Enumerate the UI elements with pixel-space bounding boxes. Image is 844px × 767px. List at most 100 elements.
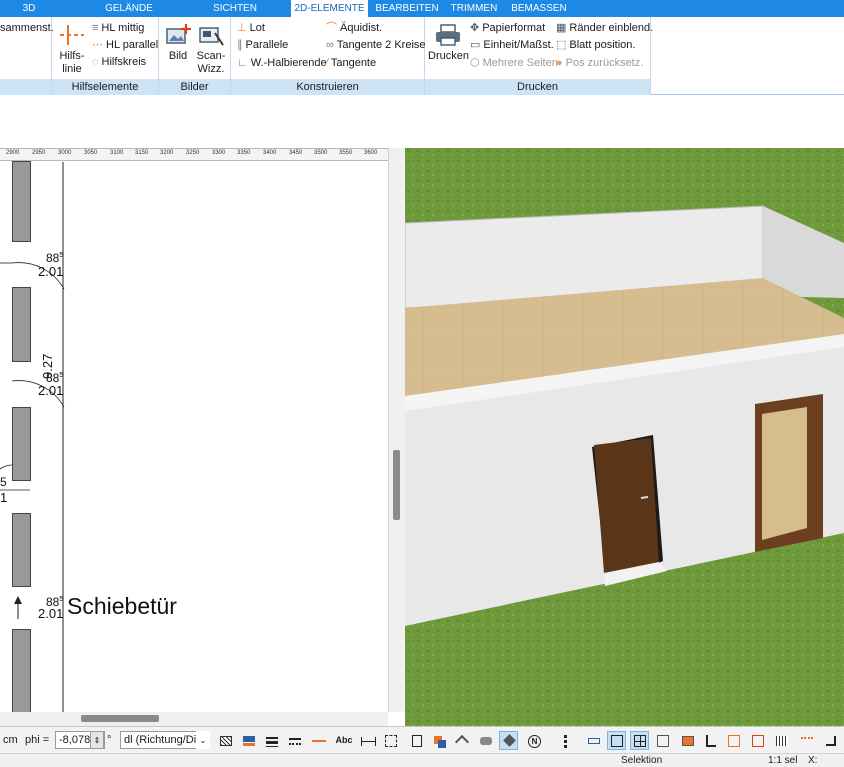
ribbon-group-drucken: Drucken ✥ Papierformat ▭ Einheit/Maßst. … [425, 17, 653, 95]
view-target-icon[interactable] [724, 731, 743, 750]
view-image-icon[interactable] [678, 731, 697, 750]
dimension-text-icon[interactable] [309, 731, 328, 750]
phi-label: phi = [25, 734, 50, 746]
select-frame-icon[interactable] [381, 731, 400, 750]
hatch-fill-icon[interactable] [216, 731, 235, 750]
page-frame-icon[interactable] [407, 731, 426, 750]
tab-bemassen[interactable]: BEMASSEN [508, 0, 570, 17]
line-style-icon[interactable] [285, 731, 304, 750]
einheit-label: Einheit/Maßst. [483, 39, 554, 51]
wall-segment[interactable] [12, 629, 31, 712]
wall-segment[interactable] [12, 407, 31, 481]
pos-zurueck-label: Pos zurücksetz. [565, 57, 644, 69]
parallele-button[interactable]: ∥ Parallele [237, 39, 288, 51]
hl-mittig-button[interactable]: ≡ HL mittig [92, 22, 144, 34]
hl-parallel-button[interactable]: ⋯ HL parallel [92, 39, 158, 51]
einheit-massstab-button[interactable]: ▭ Einheit/Maßst. [470, 39, 554, 51]
ribbon-group-hilfselemente: Hilfs- linie ≡ HL mittig ⋯ HL parallel ◌… [52, 17, 159, 95]
view-grid-icon[interactable] [630, 731, 649, 750]
degree-label: ° [107, 734, 112, 746]
hl-parallel-icon: ⋯ [92, 38, 103, 51]
tangente-2-kreise-button[interactable]: ∞ Tangente 2 Kreise [326, 39, 426, 51]
fill-color-icon[interactable] [239, 731, 258, 750]
pos-zuruecksetzen-button[interactable]: ● Pos zurücksetz. [556, 57, 643, 69]
north-arrow-icon[interactable]: N [524, 731, 543, 750]
tab-trimmen[interactable]: TRIMMEN [446, 0, 502, 17]
wall-segment[interactable] [12, 161, 31, 242]
image-insert-icon [164, 23, 192, 47]
line-weight-icon[interactable] [262, 731, 281, 750]
empty-toolbar-area [0, 96, 844, 148]
group-label-drucken: Drucken [425, 79, 650, 95]
plan-vscroll-thumb[interactable] [393, 450, 400, 520]
drucken-label: Drucken [428, 50, 469, 62]
tangente-button[interactable]: ∕ Tangente [326, 57, 376, 69]
phi-stepper-icon[interactable]: ⇕ [90, 731, 104, 749]
hilfslinie-label-1: Hilfs- [59, 50, 85, 62]
group-label-bilder: Bilder einfügen [159, 79, 230, 109]
mehrere-seiten-button[interactable]: ⬡ Mehrere Seiten [470, 57, 558, 69]
bild-button[interactable]: Bild [163, 23, 193, 63]
scan-label-2: Wizz. [197, 63, 225, 75]
hilfskreis-button[interactable]: ◌ Hilfskreis [92, 56, 146, 68]
view-wall-icon[interactable] [584, 731, 603, 750]
measure-icon[interactable] [358, 731, 377, 750]
view-arrow-icon[interactable] [821, 731, 840, 750]
blatt-positionieren-button[interactable]: ⬚ Blatt position. [556, 39, 635, 51]
layers-icon[interactable] [430, 731, 449, 750]
hilfslinie-button[interactable]: Hilfs- linie [56, 23, 88, 76]
diamond-view-icon[interactable] [499, 731, 518, 750]
view-plan-icon[interactable] [653, 731, 672, 750]
material-icon[interactable] [476, 731, 495, 750]
winkelhalbierende-icon: ∟ [237, 56, 248, 69]
hilfskreis-icon: ◌ [92, 55, 99, 68]
plan-horizontal-scrollbar[interactable] [0, 712, 388, 726]
tab-sichten[interactable]: SICHTEN [202, 0, 268, 17]
hl-mittig-icon: ≡ [92, 21, 99, 34]
papierformat-label: Papierformat [482, 22, 546, 34]
unit-label: cm [3, 734, 18, 746]
status-scale: 1:1 sel [768, 755, 798, 766]
raender-icon: ▦ [556, 21, 567, 34]
tab-2d-elemente[interactable]: 2D-ELEMENTE [291, 0, 368, 17]
more-options-icon[interactable] [555, 731, 574, 750]
raender-einblenden-button[interactable]: ▦ Ränder einblend. [556, 22, 653, 34]
tab-bearbeiten[interactable]: BEARBEITEN [374, 0, 440, 17]
view-corner-icon[interactable] [701, 731, 720, 750]
interior-door [594, 438, 659, 573]
status-bar: Selektion 1:1 sel X: [0, 753, 844, 767]
floor-plan-view[interactable]: 2900 2950 3000 3050 3100 3150 3200 3250 … [0, 148, 388, 712]
door-height-dim: 2.01 [38, 606, 64, 621]
roof-icon[interactable] [453, 731, 472, 750]
3d-view[interactable] [405, 148, 844, 726]
plan-hscroll-thumb[interactable] [81, 715, 159, 722]
tab-3d[interactable]: 3D [0, 0, 58, 17]
blatt-label: Blatt position. [569, 39, 636, 51]
lot-button[interactable]: ⊥ Lot [237, 22, 265, 34]
chevron-down-icon[interactable]: ⌄ [196, 731, 210, 749]
view-hatch-icon[interactable] [772, 731, 791, 750]
scan-icon [197, 23, 225, 47]
status-coordinate-label: X: [808, 755, 818, 766]
aequidist-label: Äquidist. [340, 22, 383, 34]
text-abc-icon[interactable]: Abc [333, 731, 355, 750]
scan-wizz-button[interactable]: Scan- Wizz. [195, 23, 227, 76]
ribbon-group-partial: sammenst. [0, 17, 54, 95]
wall-segment[interactable] [12, 287, 31, 362]
zusammenstellen-button[interactable]: sammenst. [0, 22, 54, 34]
plan-lines [0, 162, 65, 712]
papierformat-button[interactable]: ✥ Papierformat [470, 22, 545, 34]
w-halbierende-button[interactable]: ∟ W.-Halbierende [237, 57, 327, 69]
drucken-button[interactable]: Drucken [428, 23, 469, 63]
plan-vertical-scrollbar[interactable] [388, 148, 405, 712]
wall-segment[interactable] [12, 513, 31, 587]
aequidist-icon: ⌒ [326, 21, 337, 34]
view-room-icon[interactable] [607, 731, 626, 750]
partial-dim-bottom: 1 [0, 490, 8, 505]
view-dots-icon[interactable] [797, 731, 816, 750]
ribbon-group-konstruieren: ⊥ Lot ∥ Parallele ∟ W.-Halbierende ⌒ Äqu… [231, 17, 426, 95]
aequidist-button[interactable]: ⌒ Äquidist. [326, 22, 382, 34]
w-halbierende-label: W.-Halbierende [250, 57, 327, 69]
tab-gelaende[interactable]: GELÄNDE [94, 0, 164, 17]
view-snap-icon[interactable] [748, 731, 767, 750]
